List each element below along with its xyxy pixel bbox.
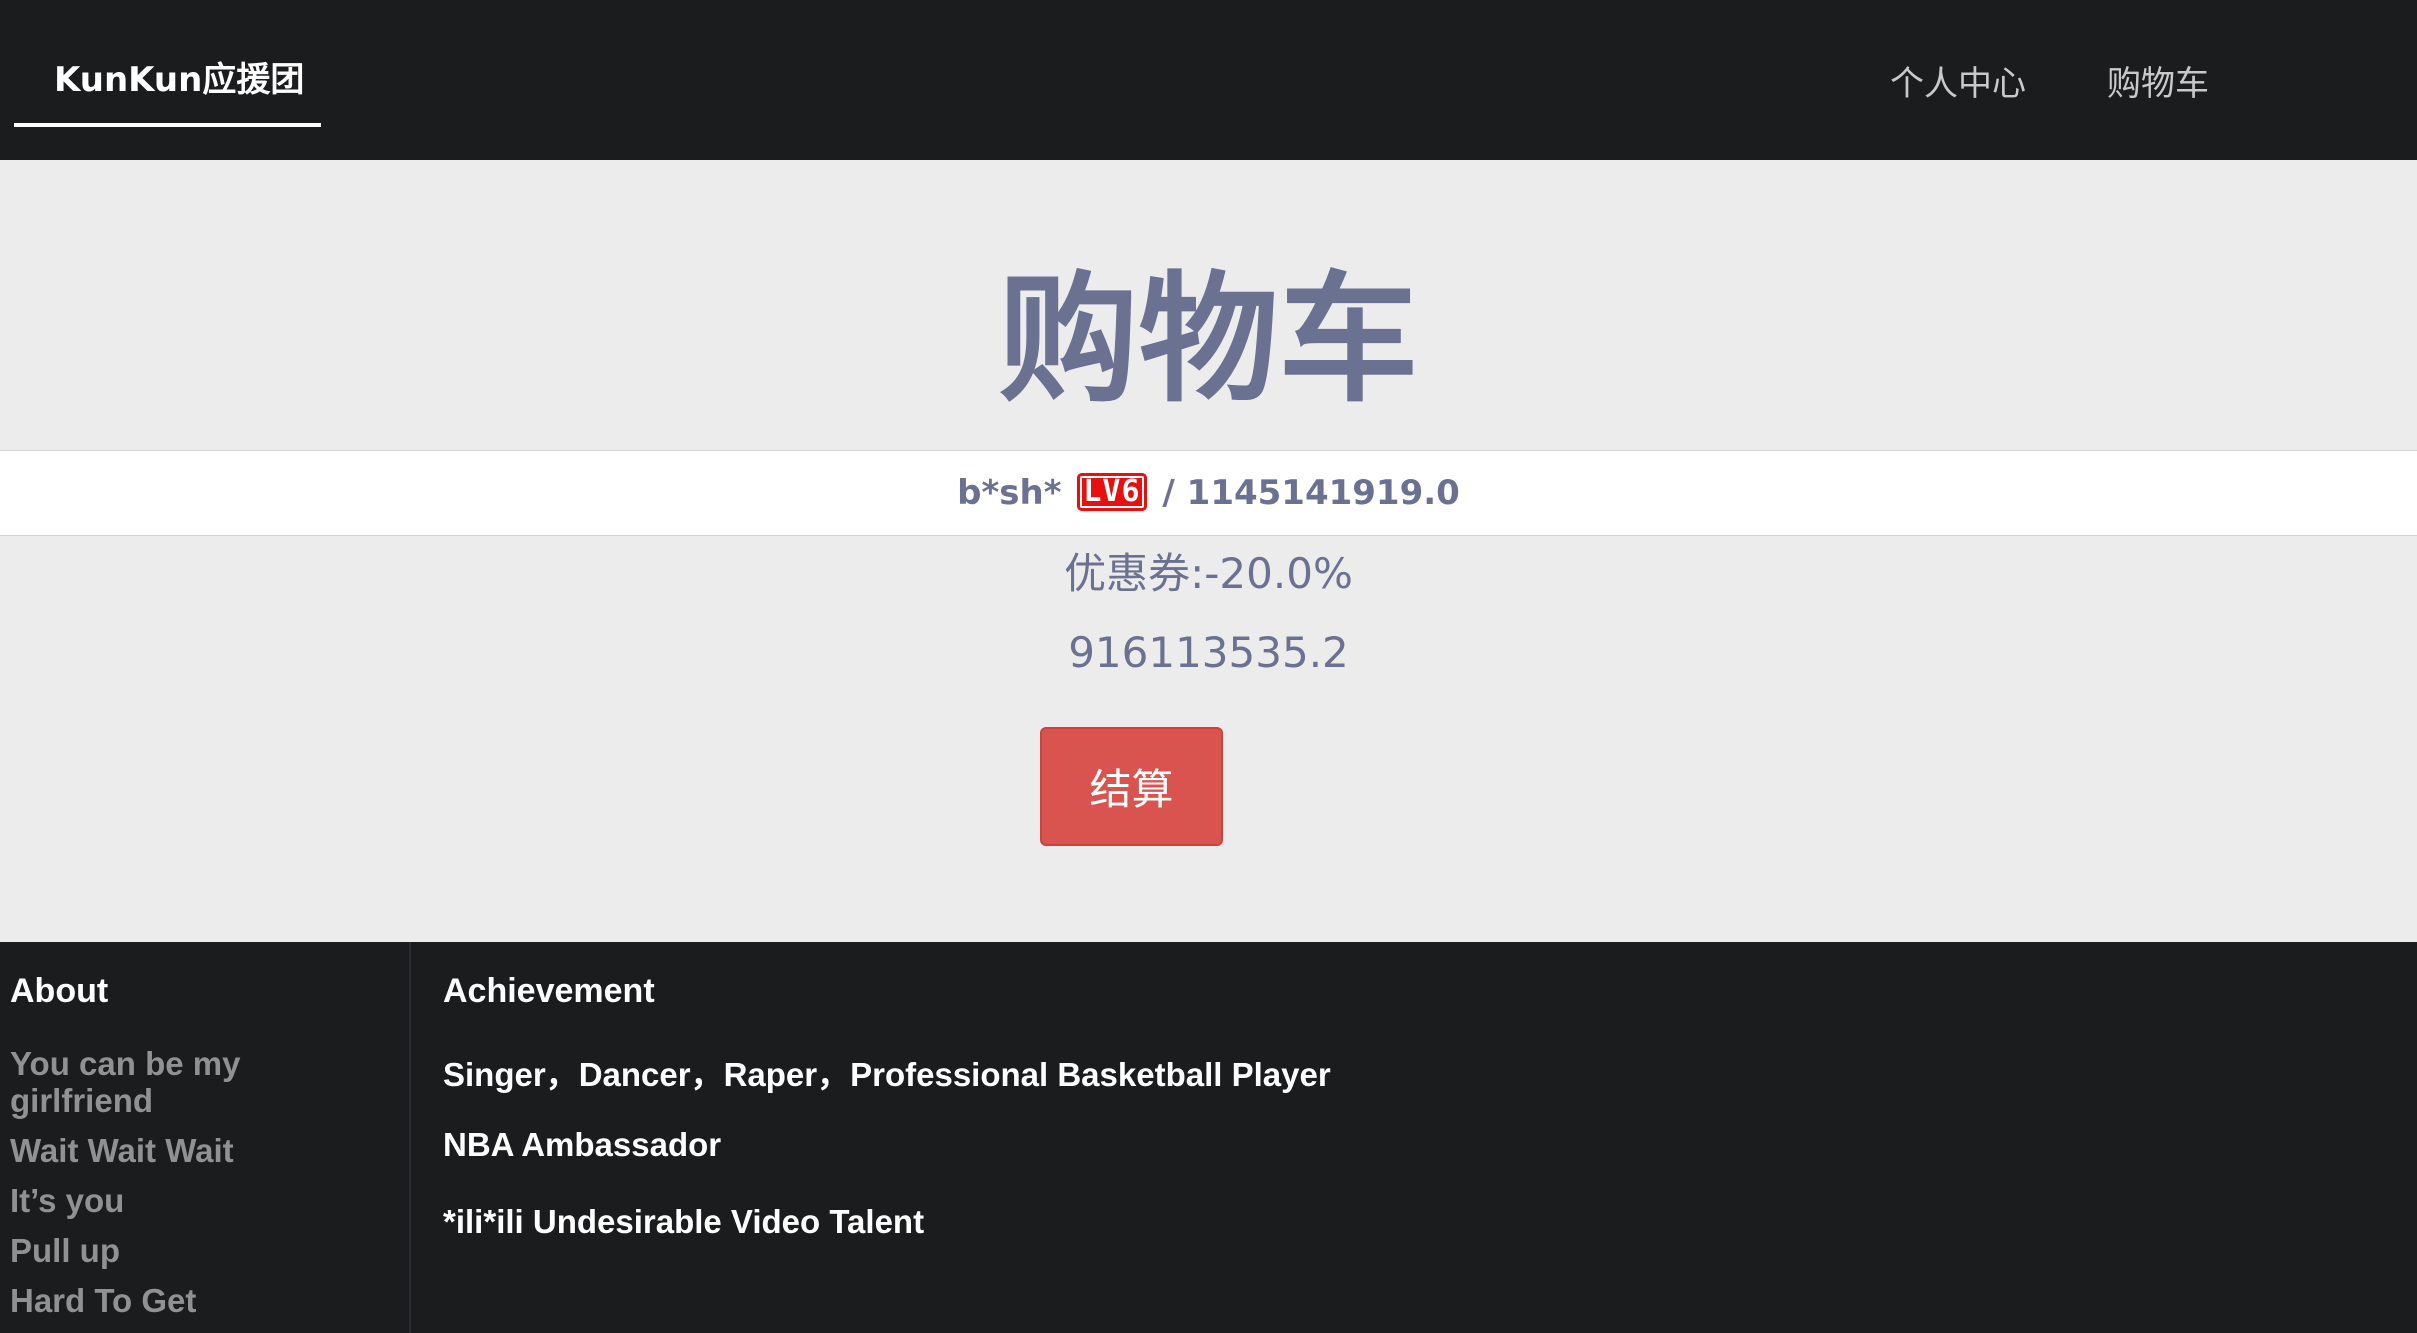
level-badge: LV6 <box>1077 472 1147 511</box>
coupon-text: 优惠券:-20.0% <box>1064 549 1353 598</box>
username: b*sh* <box>957 473 1062 513</box>
achievement-item: NBA Ambassador <box>443 1126 722 1163</box>
balance-separator: / <box>1162 473 1175 513</box>
active-nav-indicator <box>14 123 321 127</box>
about-link-hard-to-get[interactable]: Hard To Get <box>10 1282 390 1319</box>
about-link-girlfriend[interactable]: You can be my girlfriend <box>10 1045 390 1119</box>
checkout-button[interactable]: 结算 <box>1040 727 1223 846</box>
cart-total: 916113535.2 <box>1068 628 1349 677</box>
brand-link[interactable]: KunKun应援团 <box>54 52 304 101</box>
about-link-pull-up[interactable]: Pull up <box>10 1232 390 1269</box>
achievement-item: Singer，Dancer，Raper，Professional Basketb… <box>443 1056 1331 1093</box>
top-navbar: KunKun应援团 个人中心 购物车 <box>0 0 2417 160</box>
about-link-its-you[interactable]: It’s you <box>10 1182 390 1219</box>
user-balance: 1145141919.0 <box>1186 473 1460 513</box>
achievement-heading: Achievement <box>443 972 655 1010</box>
footer: About You can be my girlfriend Wait Wait… <box>0 942 2417 1333</box>
user-info-bar: b*sh* LV6 / 1145141919.0 <box>0 450 2417 536</box>
about-link-wait[interactable]: Wait Wait Wait <box>10 1132 390 1169</box>
footer-divider <box>409 942 411 1333</box>
about-heading: About <box>10 972 109 1010</box>
nav-personal-center[interactable]: 个人中心 <box>1890 56 2026 105</box>
about-list: You can be my girlfriend Wait Wait Wait … <box>10 1045 390 1332</box>
user-info-line: b*sh* LV6 / 1145141919.0 <box>0 472 2417 513</box>
achievement-item: *ili*ili Undesirable Video Talent <box>443 1203 925 1240</box>
page-title: 购物车 <box>998 259 1419 422</box>
nav-shopping-cart[interactable]: 购物车 <box>2107 56 2209 105</box>
